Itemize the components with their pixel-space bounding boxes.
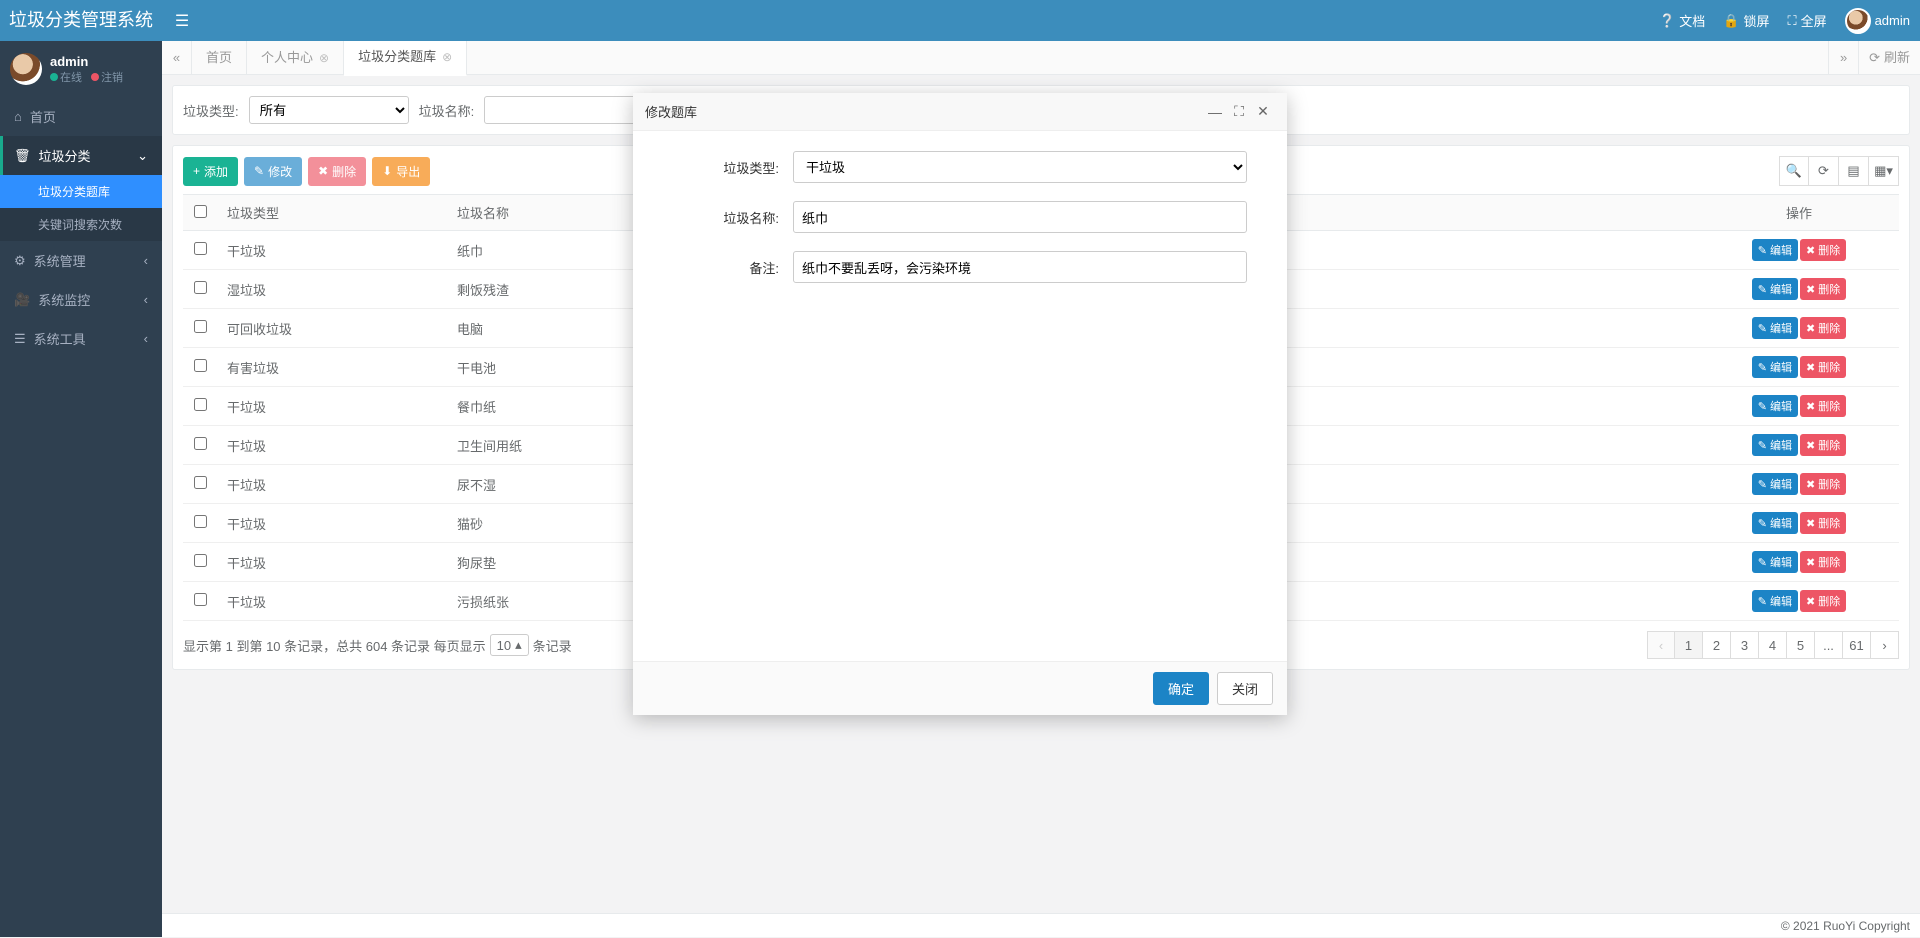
cancel-button[interactable]: 关闭 xyxy=(1217,672,1273,705)
modal-name-label: 垃圾名称: xyxy=(673,208,793,227)
modal-remark-input[interactable] xyxy=(793,251,1247,283)
modal-type-select[interactable]: 干垃圾 xyxy=(793,151,1247,183)
modal-footer: 确定 关闭 xyxy=(633,661,1287,715)
modal-remark-label: 备注: xyxy=(673,258,793,277)
modal-header: 修改题库 — ⛶ ✕ xyxy=(633,93,1287,131)
minimize-icon[interactable]: — xyxy=(1203,104,1227,120)
form-row-name: 垃圾名称: xyxy=(673,201,1247,233)
modal-body: 垃圾类型: 干垃圾 垃圾名称: 备注: xyxy=(633,131,1287,661)
modal-title: 修改题库 xyxy=(645,102,1203,121)
edit-modal: 修改题库 — ⛶ ✕ 垃圾类型: 干垃圾 垃圾名称: 备注: 确定 关闭 xyxy=(633,93,1287,715)
modal-type-label: 垃圾类型: xyxy=(673,158,793,177)
form-row-remark: 备注: xyxy=(673,251,1247,283)
close-icon[interactable]: ✕ xyxy=(1251,103,1275,120)
maximize-icon[interactable]: ⛶ xyxy=(1227,103,1251,120)
form-row-type: 垃圾类型: 干垃圾 xyxy=(673,151,1247,183)
ok-button[interactable]: 确定 xyxy=(1153,672,1209,705)
modal-name-input[interactable] xyxy=(793,201,1247,233)
